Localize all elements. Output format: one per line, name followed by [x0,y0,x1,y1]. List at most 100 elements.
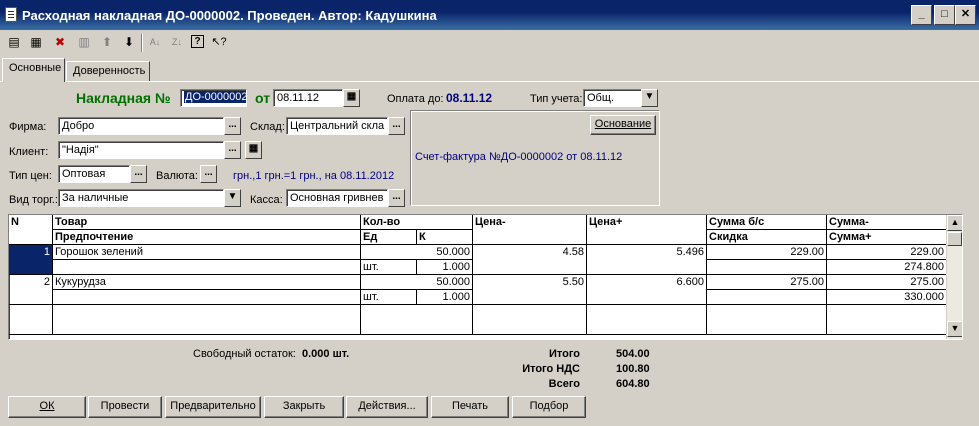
row2-k[interactable]: 1.000 [417,290,473,305]
row2-preference[interactable] [53,290,361,305]
basis-button[interactable]: Основание [590,115,656,135]
col-sum-plus[interactable]: Сумма+ [827,230,947,245]
empty-row-goods[interactable] [53,305,361,335]
actions-button[interactable]: Действия... [346,396,428,418]
trade-type-select[interactable]: За наличные [58,189,224,207]
col-price-minus[interactable]: Цена- [473,215,587,245]
col-sum-minus[interactable]: Сумма- [827,215,947,230]
vat-label: Итого НДС [522,363,580,375]
client-field[interactable]: "Надія" [58,141,224,159]
doc-number-field[interactable]: ДО-0000002 [180,89,247,107]
row1-sum-plus[interactable]: 274.800 [827,260,947,275]
empty-row-n[interactable] [9,305,53,335]
empty-row-sum-no-vat[interactable] [707,305,827,335]
chevron-down-icon[interactable]: ▼ [641,89,658,107]
maximize-button[interactable]: □ [934,5,955,25]
col-k[interactable]: К [417,230,473,245]
scroll-thumb[interactable] [947,232,962,246]
row1-qty[interactable]: 50.000 [361,245,473,260]
select-button[interactable]: Подбор [512,396,586,418]
col-sum-no-vat[interactable]: Сумма б/с [707,215,827,230]
sort-asc-icon[interactable]: A↓ [147,35,163,50]
row1-preference[interactable] [53,260,361,275]
chevron-down-icon[interactable]: ▼ [224,189,241,207]
whats-this-icon[interactable]: ↖? [211,35,227,50]
print-button[interactable]: Печать [431,396,509,418]
post-button[interactable]: Провести [88,396,162,418]
client-table-icon[interactable]: ▦ [245,141,262,159]
row1-n[interactable]: 1 [9,245,53,275]
pay-until-date: 08.11.12 [446,91,493,105]
price-type-select-button[interactable]: ... [130,165,147,183]
account-type-select[interactable]: Общ. [583,89,642,107]
calendar-button[interactable]: ▦ [343,89,360,107]
scroll-down-icon[interactable]: ▼ [947,321,962,337]
date-field[interactable]: 08.11.12 [273,89,343,107]
row2-goods[interactable]: Кукурудза [53,275,361,290]
tab-main[interactable]: Основные [2,58,65,82]
help-icon[interactable]: ? [191,35,204,48]
sort-desc-icon[interactable]: Z↓ [169,35,185,50]
row1-sum-no-vat[interactable]: 229.00 [707,245,827,260]
row1-sum-minus[interactable]: 229.00 [827,245,947,260]
row1-goods[interactable]: Горошок зелений [53,245,361,260]
row2-sum-minus[interactable]: 275.00 [827,275,947,290]
row2-qty[interactable]: 50.000 [361,275,473,290]
row2-discount[interactable] [707,290,827,305]
col-n[interactable]: N [9,215,53,245]
grand-total-label: Всего [548,378,580,390]
firm-select-button[interactable]: ... [224,117,241,135]
preview-button[interactable]: Предварительно [165,396,261,418]
goods-table[interactable]: N Товар Кол-во Цена- Цена+ Сумма б/с Сум… [8,214,963,340]
row2-unit[interactable]: шт. [361,290,417,305]
basis-button-label: Основание [594,118,652,130]
delete-row-icon[interactable]: ✖ [52,35,68,50]
pay-until-label: Оплата до: [387,93,444,105]
cash-field[interactable]: Основная гривнев [286,189,388,207]
col-qty[interactable]: Кол-во [361,215,473,230]
col-preference[interactable]: Предпочтение [53,230,361,245]
new-row-icon[interactable]: ▤ [6,35,22,50]
minimize-button[interactable]: _ [911,5,932,25]
move-down-icon[interactable]: ⬇ [121,35,137,50]
row2-n[interactable]: 2 [9,275,53,305]
row1-price-minus[interactable]: 4.58 [473,245,587,275]
empty-row-qty[interactable] [361,305,473,335]
cash-select-button[interactable]: ... [388,189,405,207]
row1-k[interactable]: 1.000 [417,260,473,275]
vertical-scrollbar[interactable]: ▲ ▼ [946,215,962,339]
currency-select-button[interactable]: ... [200,165,217,183]
col-goods[interactable]: Товар [53,215,361,230]
window-title: Расходная накладная ДО-0000002. Проведен… [22,8,437,23]
row2-price-minus[interactable]: 5.50 [473,275,587,305]
row2-price-plus[interactable]: 6.600 [587,275,707,305]
row2-sum-no-vat[interactable]: 275.00 [707,275,827,290]
move-up-icon[interactable]: ⬆ [99,35,115,50]
row1-price-plus[interactable]: 5.496 [587,245,707,275]
close-form-button[interactable]: Закрыть [264,396,344,418]
warehouse-field[interactable]: Центральний скла [286,117,388,135]
client-select-button[interactable]: ... [224,141,241,159]
close-button[interactable]: ✕ [955,5,976,25]
row2-sum-plus[interactable]: 330.000 [827,290,947,305]
col-discount[interactable]: Скидка [707,230,827,245]
scroll-up-icon[interactable]: ▲ [947,215,962,231]
trade-type-label: Вид торг.: [9,194,58,206]
empty-row-price-minus[interactable] [473,305,587,335]
empty-row-price-plus[interactable] [587,305,707,335]
currency-label: Валюта: [156,170,198,182]
ok-button[interactable]: ОК [8,396,86,418]
row1-unit[interactable]: шт. [361,260,417,275]
copy-row-icon[interactable]: ▦ [28,35,44,50]
edit-row-icon[interactable]: ▥ [76,35,92,50]
tab-power-of-attorney[interactable]: Доверенность [66,61,150,81]
col-unit[interactable]: Ед [361,230,417,245]
col-price-plus[interactable]: Цена+ [587,215,707,245]
warehouse-select-button[interactable]: ... [388,117,405,135]
empty-row-sum-minus[interactable] [827,305,947,335]
free-stock-value: 0.000 шт. [302,348,350,360]
invoice-link[interactable]: Счет-фактура №ДО-0000002 от 08.11.12 [415,151,622,163]
firm-field[interactable]: Добро [58,117,224,135]
row1-discount[interactable] [707,260,827,275]
price-type-field[interactable]: Оптовая [58,165,130,183]
